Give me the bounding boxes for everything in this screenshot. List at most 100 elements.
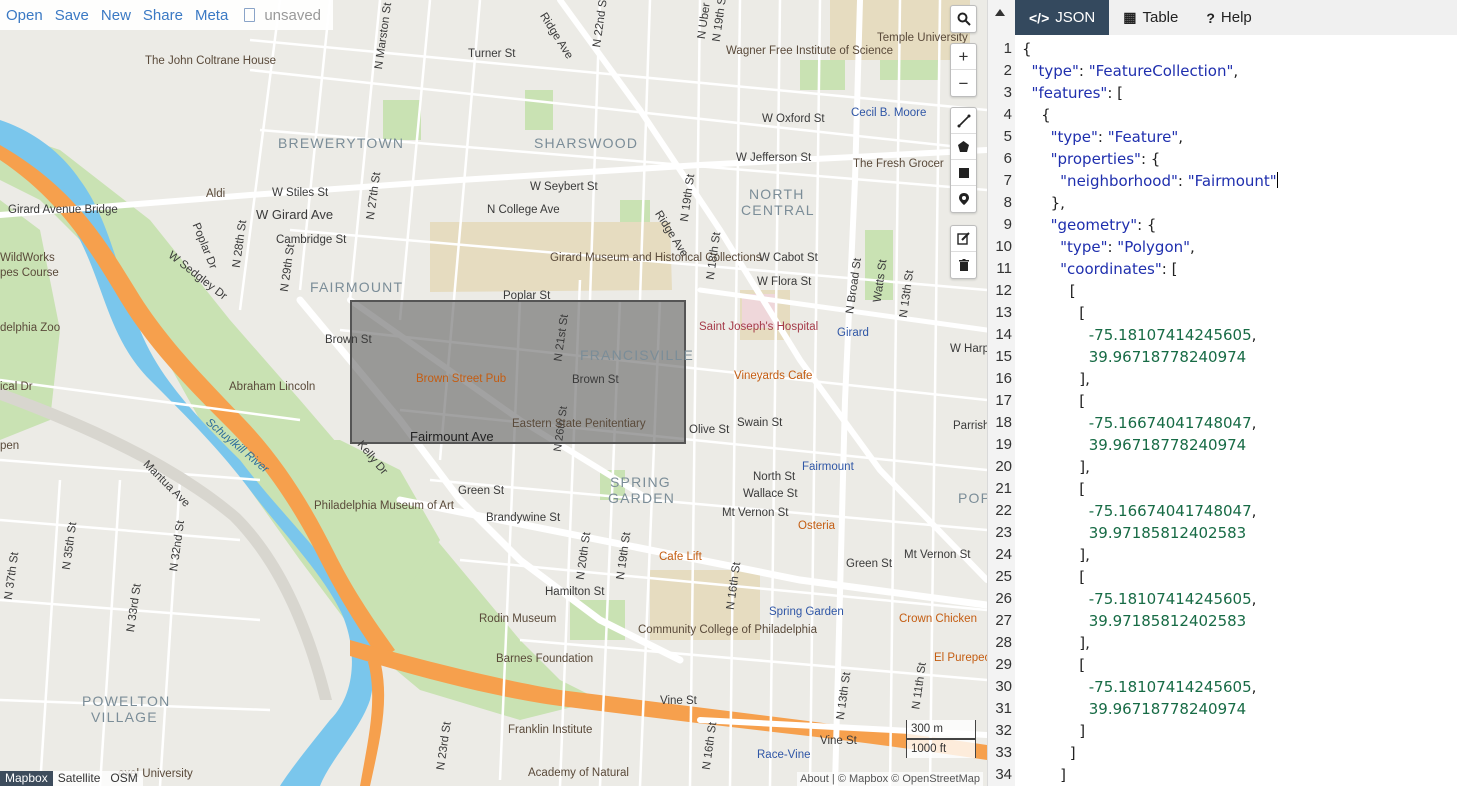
code-line[interactable]: { bbox=[1022, 104, 1051, 126]
code-line[interactable]: [ bbox=[1022, 280, 1076, 302]
line-number: 9 bbox=[1003, 216, 1012, 233]
street-label: Green St bbox=[846, 558, 893, 570]
code-line[interactable]: { bbox=[1022, 38, 1032, 60]
layer-mapbox[interactable]: Mapbox bbox=[0, 771, 53, 786]
json-punct: : { bbox=[1140, 150, 1161, 168]
code-line[interactable]: ], bbox=[1022, 456, 1090, 478]
json-punct: : { bbox=[1137, 216, 1157, 234]
transit-label: Girard bbox=[837, 327, 869, 339]
code-line[interactable]: "neighborhood": "Fairmount" bbox=[1022, 170, 1278, 192]
table-icon: ▦ bbox=[1123, 9, 1137, 25]
code-line[interactable]: 39.96718778240974 bbox=[1022, 346, 1246, 368]
json-number: 39.96718778240974 bbox=[1088, 348, 1247, 366]
code-line[interactable]: ], bbox=[1022, 544, 1090, 566]
json-editor[interactable]: { "type": "FeatureCollection", "features… bbox=[1015, 38, 1457, 786]
code-line[interactable]: [ bbox=[1022, 390, 1085, 412]
scale-bar: 300 m 1000 ft bbox=[906, 720, 976, 758]
edit-button[interactable] bbox=[951, 226, 976, 252]
code-line[interactable]: "properties": { bbox=[1022, 148, 1161, 170]
code-line[interactable]: "type": "FeatureCollection", bbox=[1022, 60, 1239, 82]
json-key: "neighborhood" bbox=[1060, 172, 1178, 190]
json-punct: ] bbox=[1069, 744, 1076, 762]
layer-satellite[interactable]: Satellite bbox=[52, 771, 106, 786]
zoom-out-button[interactable]: − bbox=[951, 70, 976, 96]
line-number: 10 bbox=[995, 238, 1012, 255]
search-button[interactable] bbox=[951, 6, 976, 32]
draw-line-button[interactable] bbox=[951, 108, 976, 134]
draw-polygon-button[interactable] bbox=[951, 134, 976, 160]
poi-label: Barnes Foundation bbox=[496, 653, 594, 665]
attribution[interactable]: About | © Mapbox © OpenStreetMap bbox=[797, 772, 983, 786]
poi-label: Aldi bbox=[206, 188, 226, 200]
code-line[interactable]: "type": "Polygon", bbox=[1022, 236, 1195, 258]
json-number: -75.16674041748047 bbox=[1088, 414, 1252, 432]
code-line[interactable]: ], bbox=[1022, 368, 1090, 390]
line-number: 15 bbox=[995, 348, 1012, 365]
hood-label: POWELTON bbox=[82, 693, 171, 709]
line-number: 18 bbox=[995, 414, 1012, 431]
poi-label: Wagner Free Institute of Science bbox=[726, 45, 894, 57]
json-punct: [ bbox=[1079, 568, 1086, 586]
tab-json[interactable]: </> JSON bbox=[1015, 0, 1110, 35]
code-line[interactable]: }, bbox=[1022, 192, 1065, 214]
line-number: 20 bbox=[995, 458, 1012, 475]
open-button[interactable]: Open bbox=[0, 7, 49, 24]
code-line[interactable]: [ bbox=[1022, 566, 1085, 588]
code-line[interactable]: [ bbox=[1022, 478, 1085, 500]
json-string: "Polygon" bbox=[1117, 238, 1191, 256]
code-line[interactable]: 39.96718778240974 bbox=[1022, 434, 1246, 456]
code-line[interactable]: [ bbox=[1022, 302, 1085, 324]
code-line[interactable]: "features": [ bbox=[1022, 82, 1123, 104]
line-number: 31 bbox=[995, 700, 1012, 717]
json-number: 39.96718778240974 bbox=[1088, 436, 1247, 454]
poi-label: delphia Zoo bbox=[0, 322, 61, 334]
line-number: 7 bbox=[1003, 172, 1012, 189]
collapse-arrow-icon[interactable] bbox=[995, 9, 1005, 16]
transit-label: Fairmount bbox=[802, 461, 854, 473]
code-line[interactable]: -75.16674041748047, bbox=[1022, 412, 1257, 434]
hood-label: CENTRAL bbox=[741, 202, 815, 218]
code-line[interactable]: ] bbox=[1022, 742, 1076, 764]
poi-label: Philadelphia Museum of Art bbox=[314, 500, 454, 512]
json-punct: , bbox=[1233, 62, 1239, 80]
json-punct: }, bbox=[1050, 194, 1065, 212]
meta-button[interactable]: Meta bbox=[189, 7, 234, 24]
code-line[interactable]: [ bbox=[1022, 654, 1085, 676]
code-line[interactable]: -75.18107414245605, bbox=[1022, 324, 1257, 346]
code-line[interactable]: ] bbox=[1022, 720, 1085, 742]
json-punct: ], bbox=[1079, 634, 1090, 652]
code-line[interactable]: -75.18107414245605, bbox=[1022, 676, 1257, 698]
line-number: 27 bbox=[995, 612, 1012, 629]
code-line[interactable]: ], bbox=[1022, 632, 1090, 654]
line-number: 30 bbox=[995, 678, 1012, 695]
hood-label: SPRING bbox=[610, 474, 671, 490]
poi-label: The John Coltrane House bbox=[145, 55, 277, 67]
zoom-in-button[interactable]: + bbox=[951, 44, 976, 70]
code-line[interactable]: ] bbox=[1022, 764, 1066, 786]
delete-button[interactable] bbox=[951, 252, 976, 278]
new-button[interactable]: New bbox=[95, 7, 137, 24]
code-line[interactable]: "coordinates": [ bbox=[1022, 258, 1177, 280]
save-button[interactable]: Save bbox=[49, 7, 95, 24]
json-punct: { bbox=[1022, 40, 1032, 58]
tab-help[interactable]: ? Help bbox=[1192, 0, 1265, 35]
code-line[interactable]: "geometry": { bbox=[1022, 214, 1157, 236]
share-button[interactable]: Share bbox=[137, 7, 189, 24]
layer-osm[interactable]: OSM bbox=[105, 771, 143, 786]
draw-rectangle-button[interactable] bbox=[951, 160, 976, 186]
code-line[interactable]: -75.18107414245605, bbox=[1022, 588, 1257, 610]
poi-label: The Fresh Grocer bbox=[853, 158, 944, 170]
code-line[interactable]: -75.16674041748047, bbox=[1022, 500, 1257, 522]
street-label: W Jefferson St bbox=[736, 152, 812, 164]
code-line[interactable]: 39.96718778240974 bbox=[1022, 698, 1246, 720]
file-status: unsaved bbox=[234, 7, 321, 24]
transit-label: Spring Garden bbox=[769, 606, 844, 618]
code-line[interactable]: "type": "Feature", bbox=[1022, 126, 1183, 148]
code-icon: </> bbox=[1029, 9, 1050, 26]
map-canvas[interactable]: BREWERYTOWN SHARSWOOD NORTH CENTRAL FAIR… bbox=[0, 0, 987, 786]
code-line[interactable]: 39.97185812402583 bbox=[1022, 522, 1246, 544]
tab-table[interactable]: ▦ Table bbox=[1109, 0, 1192, 35]
json-number: -75.18107414245605 bbox=[1088, 326, 1252, 344]
code-line[interactable]: 39.97185812402583 bbox=[1022, 610, 1246, 632]
draw-marker-button[interactable] bbox=[951, 186, 976, 212]
